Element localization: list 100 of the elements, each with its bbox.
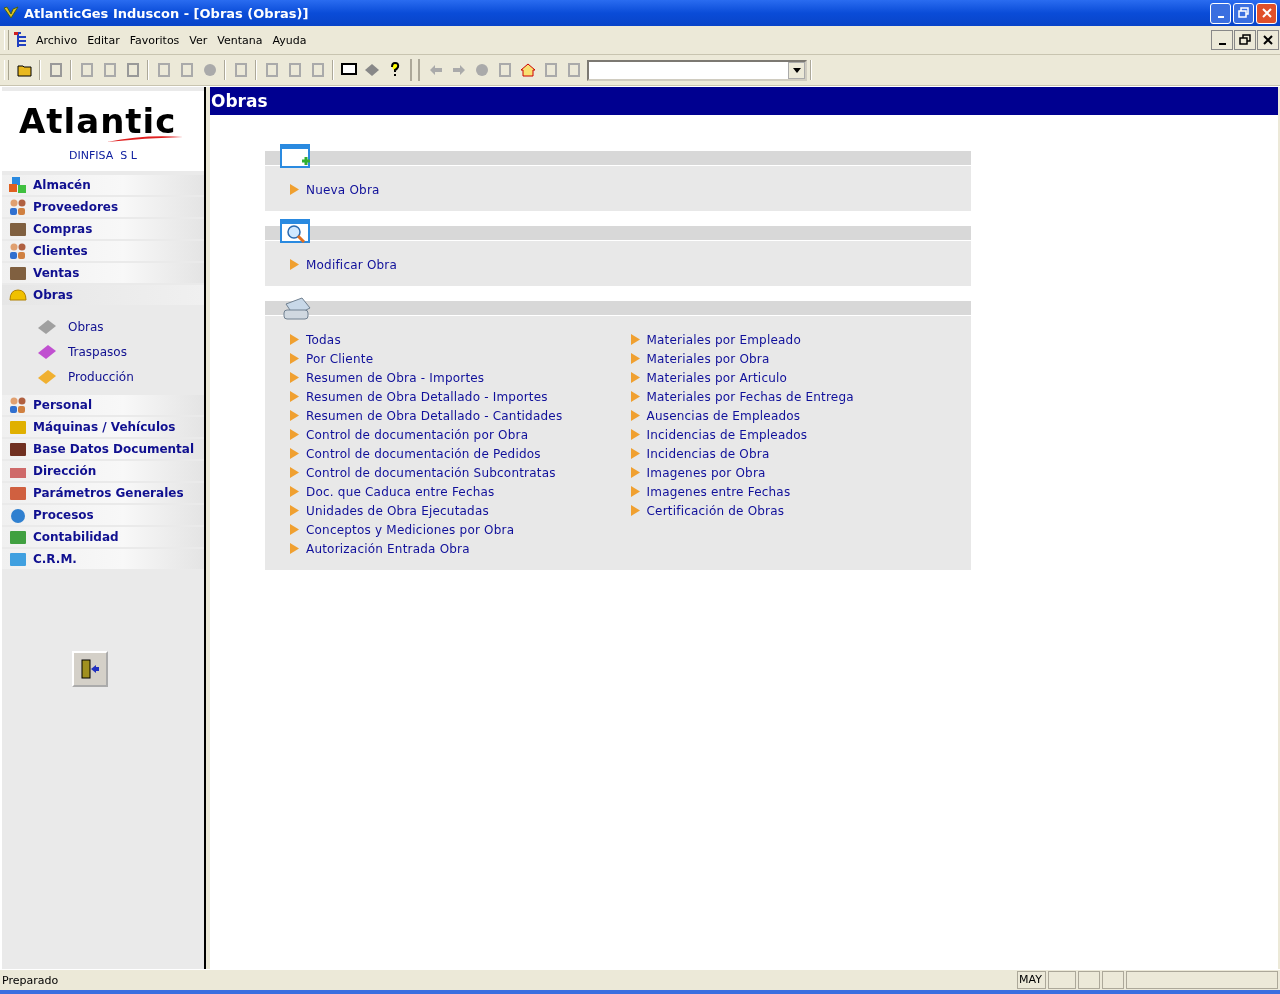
report-link[interactable]: Ausencias de Empleados xyxy=(646,408,801,423)
triangle-bullet-icon xyxy=(290,410,299,421)
triangle-bullet-icon xyxy=(630,334,640,345)
helmet-icon xyxy=(8,286,28,304)
sidebar-item[interactable]: Contabilidad xyxy=(2,527,204,547)
triangle-bullet-icon xyxy=(290,372,299,383)
triangle-bullet-icon xyxy=(630,353,640,364)
report-link[interactable]: Modificar Obra xyxy=(306,257,398,272)
sidebar-item[interactable]: Máquinas / Vehículos xyxy=(2,417,204,437)
menu-item[interactable]: Editar xyxy=(82,33,125,47)
sidebar-subitem[interactable]: Traspasos xyxy=(36,342,204,362)
report-link[interactable]: Conceptos y Mediciones por Obra xyxy=(306,522,515,537)
triangle-bullet-icon xyxy=(290,184,299,195)
sidebar-item[interactable]: Clientes xyxy=(2,241,204,261)
address-dropdown[interactable] xyxy=(587,59,807,81)
triangle-bullet-icon xyxy=(630,467,640,478)
triangle-bullet-icon xyxy=(290,467,299,478)
sidebar-item[interactable]: Obras xyxy=(2,285,204,305)
triangle-bullet-icon xyxy=(290,486,299,497)
caps-lock-indicator: MAY xyxy=(1017,971,1046,989)
sidebar-item[interactable]: Almacén xyxy=(2,175,204,195)
door-arrow-icon xyxy=(80,658,100,680)
triangle-bullet-icon xyxy=(630,429,640,440)
menu-item[interactable]: Ver xyxy=(184,33,213,47)
sidebar-subitem[interactable]: Producción xyxy=(36,367,204,387)
company-logo: Atlantic xyxy=(15,100,191,145)
status-pane xyxy=(1048,971,1076,989)
sidebar-item[interactable]: Compras xyxy=(2,219,204,239)
sidebar-item[interactable]: C.R.M. xyxy=(2,549,204,569)
triangle-bullet-icon xyxy=(630,391,640,402)
triangle-bullet-icon xyxy=(290,524,299,535)
sidebar-item[interactable]: Procesos xyxy=(2,505,204,525)
report-link[interactable]: Incidencias de Empleados xyxy=(646,427,808,442)
company-name: DINFISA S L xyxy=(69,148,137,162)
report-link[interactable]: Materiales por Obra xyxy=(646,351,770,366)
triangle-bullet-icon xyxy=(630,448,640,459)
report-link[interactable]: Imagenes entre Fechas xyxy=(646,484,791,499)
report-link[interactable]: Control de documentación de Pedidos xyxy=(306,446,541,461)
close-icon xyxy=(1262,34,1274,46)
restore-icon xyxy=(1239,34,1251,46)
triangle-bullet-icon xyxy=(290,429,299,440)
triangle-bullet-icon xyxy=(290,353,299,364)
people-icon xyxy=(8,242,28,260)
report-link[interactable]: Materiales por Fechas de Entrega xyxy=(646,389,854,404)
report-link[interactable]: Control de documentación por Obra xyxy=(306,427,529,442)
report-link[interactable]: Resumen de Obra Detallado - Importes xyxy=(306,389,548,404)
sidebar-item[interactable]: Base Datos Documental xyxy=(2,439,204,459)
sidebar-subitem[interactable]: Obras xyxy=(36,317,204,337)
status-pane xyxy=(1102,971,1124,989)
triangle-bullet-icon xyxy=(290,448,299,459)
sidebar-item[interactable]: Dirección xyxy=(2,461,204,481)
report-link[interactable]: Doc. que Caduca entre Fechas xyxy=(306,484,495,499)
report-link[interactable]: Resumen de Obra - Importes xyxy=(306,370,485,385)
people-icon xyxy=(8,396,28,414)
menu-item[interactable]: Favoritos xyxy=(124,33,185,47)
report-link[interactable]: Nueva Obra xyxy=(306,182,380,197)
dropdown-arrow-icon xyxy=(792,67,801,73)
tree-list-icon xyxy=(13,32,29,48)
close-button[interactable] xyxy=(1257,30,1279,50)
box-icon xyxy=(8,264,28,282)
box-icon xyxy=(8,220,28,238)
triangle-bullet-icon xyxy=(290,334,299,345)
report-link[interactable]: Todas xyxy=(306,332,341,347)
report-link[interactable]: Imagenes por Obra xyxy=(646,465,766,480)
report-link[interactable]: Autorización Entrada Obra xyxy=(306,541,470,556)
report-link[interactable]: Certificación de Obras xyxy=(646,503,785,518)
close-icon xyxy=(1260,7,1273,19)
sidebar-item[interactable]: Proveedores xyxy=(2,197,204,217)
minimize-icon xyxy=(1217,16,1224,18)
triangle-bullet-icon xyxy=(630,505,640,516)
report-link[interactable]: Control de documentación Subcontratas xyxy=(306,465,556,480)
restore-icon xyxy=(1237,7,1250,19)
sidebar-item[interactable]: Personal xyxy=(2,395,204,415)
window-title: AtlanticGes Induscon - [Obras (Obras)] xyxy=(24,5,310,21)
minimize-icon xyxy=(1218,43,1226,45)
toolbar-grip[interactable] xyxy=(410,59,420,81)
status-message: Preparado xyxy=(1,973,60,987)
exit-door-button[interactable] xyxy=(72,651,108,687)
report-link[interactable]: Unidades de Obra Ejecutadas xyxy=(306,503,489,518)
minimize-button[interactable] xyxy=(1211,30,1233,50)
menu-item[interactable]: Ventana xyxy=(212,33,268,47)
page-header: Obras xyxy=(210,87,1278,115)
status-pane xyxy=(1078,971,1100,989)
triangle-bullet-icon xyxy=(290,543,299,554)
menu-item[interactable]: Ayuda xyxy=(267,33,312,47)
triangle-bullet-icon xyxy=(290,505,299,516)
sidebar-item[interactable]: Ventas xyxy=(2,263,204,283)
report-link[interactable]: Materiales por Empleado xyxy=(646,332,801,347)
triangle-bullet-icon xyxy=(290,259,299,270)
sidebar-item[interactable]: Parámetros Generales xyxy=(2,483,204,503)
restore-button[interactable] xyxy=(1234,30,1256,50)
report-link[interactable]: Por Cliente xyxy=(306,351,374,366)
app-icon xyxy=(3,6,19,20)
menu-item[interactable]: Archivo xyxy=(31,33,83,47)
triangle-bullet-icon xyxy=(630,486,640,497)
people-icon xyxy=(8,198,28,216)
report-link[interactable]: Incidencias de Obra xyxy=(646,446,770,461)
triangle-bullet-icon xyxy=(630,410,640,421)
report-link[interactable]: Resumen de Obra Detallado - Cantidades xyxy=(306,408,563,423)
report-link[interactable]: Materiales por Articulo xyxy=(646,370,788,385)
